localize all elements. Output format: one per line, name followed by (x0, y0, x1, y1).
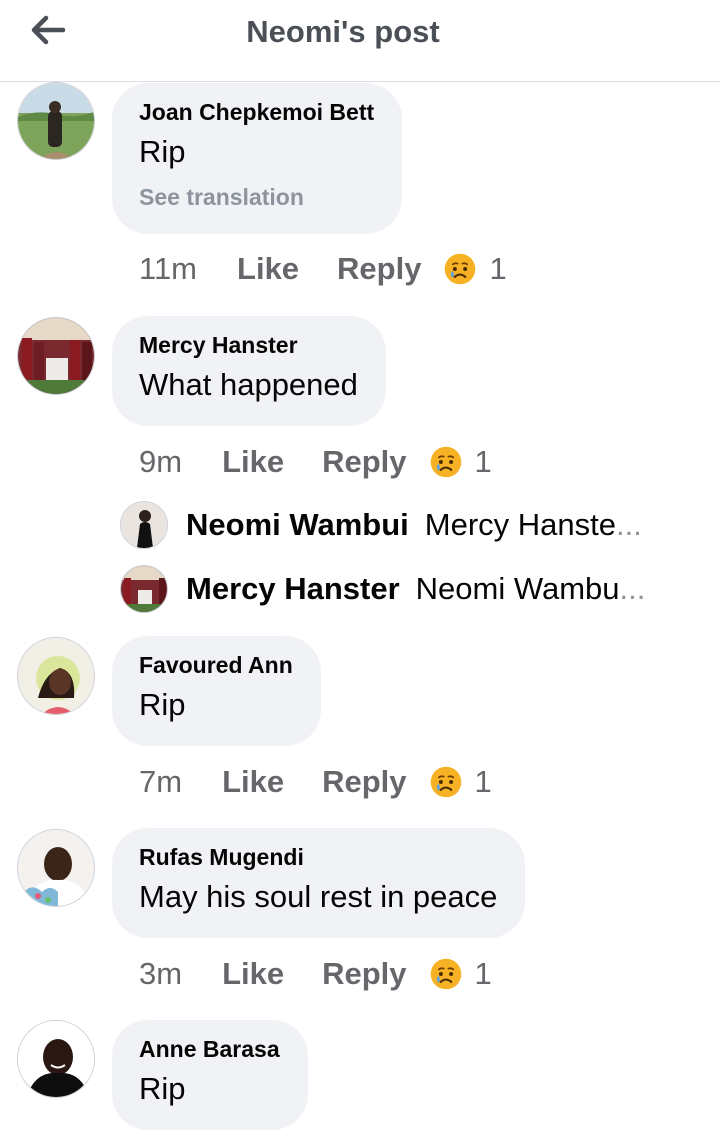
comment-author[interactable]: Mercy Hanster (139, 332, 358, 359)
comment-bubble: Rufas Mugendi May his soul rest in peace (112, 828, 526, 938)
comment-actions: 9m Like Reply 1 (139, 442, 492, 482)
reply-author: Neomi Wambui (186, 507, 409, 542)
comment-actions: 11m Like Reply 1 (139, 249, 507, 289)
comment-author[interactable]: Anne Barasa (139, 1036, 280, 1063)
reply-snippet: Neomi Wambu... (415, 571, 646, 606)
reply-author: Mercy Hanster (186, 571, 400, 606)
reply-snippet: Mercy Hanste... (424, 507, 642, 542)
comment-text: Rip (139, 134, 186, 169)
comment-text: What happened (139, 367, 358, 402)
page-title: Neomi's post (246, 14, 440, 49)
comment-time: 9m (139, 444, 183, 479)
comment-text: May his soul rest in peace (139, 879, 498, 914)
comment-author[interactable]: Rufas Mugendi (139, 844, 497, 871)
comment-actions: 3m Like Reply 1 (139, 954, 492, 994)
comment-time: 3m (139, 956, 183, 991)
comment-time: 11m (139, 251, 198, 286)
comment-bubble: Anne Barasa Rip (112, 1020, 308, 1130)
reply-button[interactable]: Reply (322, 444, 406, 480)
comment-bubble: Joan Chepkemoi Bett Rip See translation (112, 83, 403, 234)
reaction-count: 1 (474, 764, 492, 799)
avatar[interactable] (120, 565, 168, 613)
reaction-summary[interactable]: 1 (443, 251, 507, 287)
like-button[interactable]: Like (222, 444, 284, 480)
like-button[interactable]: Like (222, 764, 284, 800)
sad-emoji-icon (429, 765, 463, 799)
reply-button[interactable]: Reply (337, 251, 421, 287)
avatar[interactable] (120, 501, 168, 549)
avatar[interactable] (17, 637, 95, 715)
top-bar: Neomi's post (0, 0, 720, 82)
sad-emoji-icon (429, 445, 463, 479)
reaction-summary[interactable]: 1 (429, 956, 492, 992)
comment-actions: 7m Like Reply 1 (139, 762, 492, 802)
like-button[interactable]: Like (222, 956, 284, 992)
comment-author[interactable]: Joan Chepkemoi Bett (139, 99, 374, 126)
comment-text: Rip (139, 1071, 186, 1106)
comment-author[interactable]: Favoured Ann (139, 652, 293, 679)
reaction-count: 1 (474, 956, 492, 991)
reply-button[interactable]: Reply (322, 956, 406, 992)
reply-preview[interactable]: Neomi Wambui Mercy Hanste... (120, 501, 642, 549)
reaction-count: 1 (489, 251, 507, 286)
comment-bubble: Mercy Hanster What happened (112, 316, 386, 426)
avatar[interactable] (17, 82, 95, 160)
reaction-summary[interactable]: 1 (429, 764, 492, 800)
comment-text: Rip (139, 687, 186, 722)
comment-time: 7m (139, 764, 183, 799)
sad-emoji-icon (429, 957, 463, 991)
reply-button[interactable]: Reply (322, 764, 406, 800)
avatar[interactable] (17, 829, 95, 907)
comment-bubble: Favoured Ann Rip (112, 636, 321, 746)
reply-preview[interactable]: Mercy Hanster Neomi Wambu... (120, 565, 645, 613)
avatar[interactable] (17, 1020, 95, 1098)
sad-emoji-icon (443, 252, 477, 286)
reaction-count: 1 (474, 444, 492, 479)
like-button[interactable]: Like (237, 251, 299, 287)
see-translation-link[interactable]: See translation (139, 184, 374, 211)
reaction-summary[interactable]: 1 (429, 444, 492, 480)
avatar[interactable] (17, 317, 95, 395)
